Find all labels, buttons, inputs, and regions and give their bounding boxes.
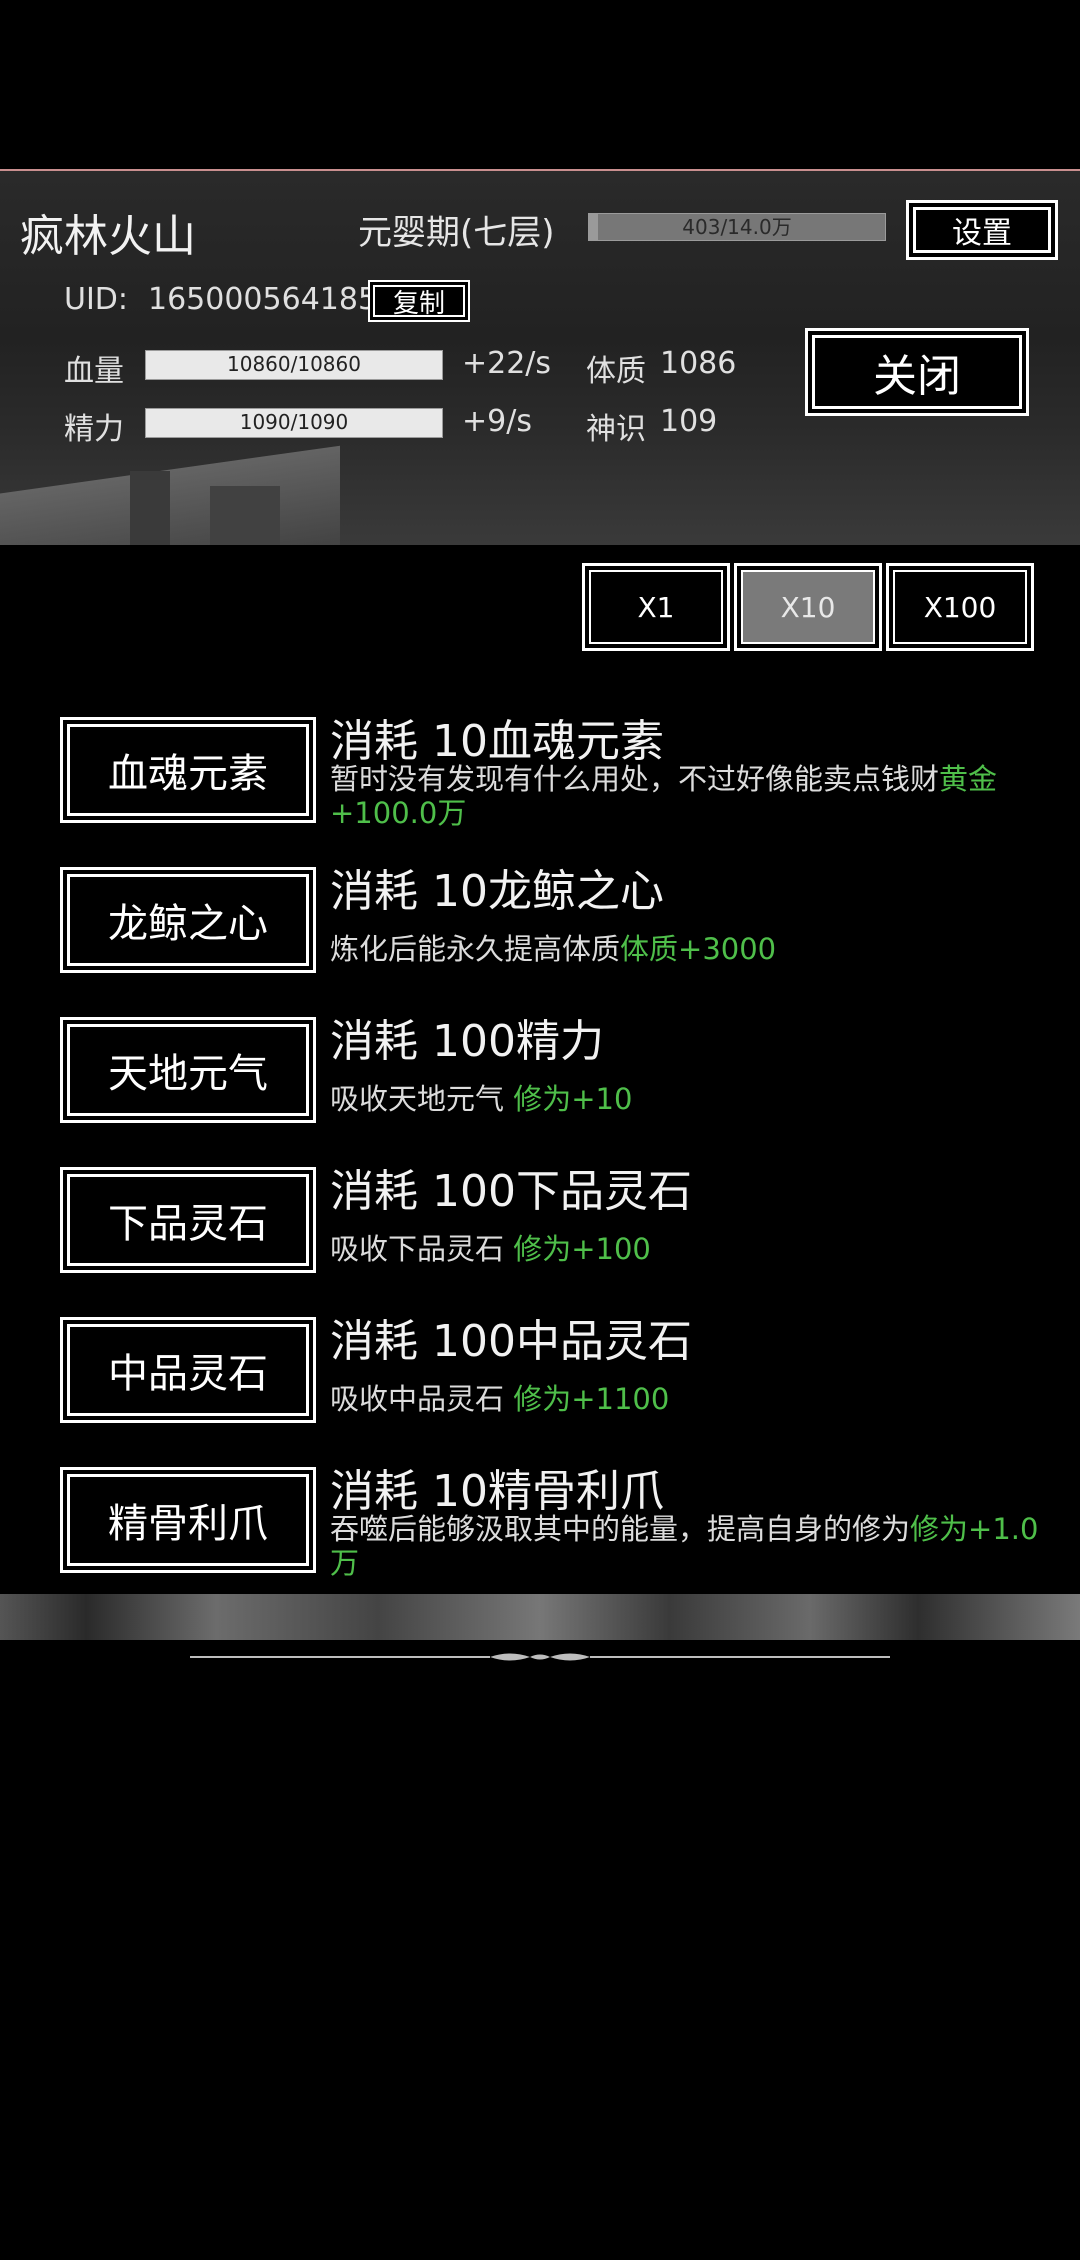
hp-text: 10860/10860 bbox=[227, 352, 361, 376]
list-item: 下品灵石 消耗 100下品灵石 吸收下品灵石 修为+100 bbox=[0, 1150, 1080, 1300]
close-button[interactable]: 关闭 bbox=[805, 328, 1029, 416]
item-title: 消耗 10血魂元素 bbox=[330, 716, 664, 767]
item-desc: 吸收下品灵石 修为+100 bbox=[330, 1232, 1040, 1266]
mp-regen: +9/s bbox=[462, 404, 532, 439]
realm-label: 元婴期(七层) bbox=[358, 213, 555, 253]
list-item: 血魂元素 消耗 10血魂元素 暂时没有发现有什么用处，不过好像能卖点钱财黄金+1… bbox=[0, 700, 1080, 850]
multiplier-x1-button[interactable]: X1 bbox=[582, 563, 730, 651]
list-item: 天地元气 消耗 100精力 吸收天地元气 修为+10 bbox=[0, 1000, 1080, 1150]
item-button-bone-claw[interactable]: 精骨利爪 bbox=[60, 1467, 316, 1573]
item-desc-text: 吸收天地元气 bbox=[330, 1082, 514, 1116]
item-desc: 吞噬后能够汲取其中的能量，提高自身的修为修为+1.0万 bbox=[330, 1512, 1040, 1580]
item-button-dragon-whale-heart[interactable]: 龙鲸之心 bbox=[60, 867, 316, 973]
item-title: 消耗 100下品灵石 bbox=[330, 1166, 692, 1217]
player-name: 疯林火山 bbox=[20, 211, 196, 262]
item-title: 消耗 10精骨利爪 bbox=[330, 1466, 664, 1517]
item-button-heaven-earth-qi[interactable]: 天地元气 bbox=[60, 1017, 316, 1123]
list-item: 中品灵石 消耗 100中品灵石 吸收中品灵石 修为+1100 bbox=[0, 1300, 1080, 1450]
constitution-label: 体质 bbox=[586, 354, 646, 389]
constitution-value: 1086 bbox=[660, 346, 737, 381]
decorative-strip bbox=[0, 1594, 1080, 1640]
item-desc: 吸收中品灵石 修为+1100 bbox=[330, 1382, 1040, 1416]
item-title: 消耗 100中品灵石 bbox=[330, 1316, 692, 1367]
item-desc: 炼化后能永久提高体质体质+3000 bbox=[330, 932, 1040, 966]
settings-button[interactable]: 设置 bbox=[906, 200, 1058, 260]
background-pillar bbox=[130, 471, 170, 545]
mp-text: 1090/1090 bbox=[239, 410, 349, 434]
item-title: 消耗 100精力 bbox=[330, 1016, 604, 1067]
item-desc: 暂时没有发现有什么用处，不过好像能卖点钱财黄金+100.0万 bbox=[330, 762, 1040, 830]
item-reward: 体质+3000 bbox=[620, 932, 777, 966]
item-desc-text: 炼化后能永久提高体质 bbox=[330, 932, 621, 966]
background-rock bbox=[0, 445, 340, 545]
hp-label: 血量 bbox=[64, 354, 124, 389]
mp-bar: 1090/1090 bbox=[145, 408, 443, 438]
spirit-value: 109 bbox=[660, 404, 718, 439]
multiplier-x10-button[interactable]: X10 bbox=[734, 563, 882, 651]
item-reward: 修为+10 bbox=[513, 1082, 633, 1116]
item-desc-text: 吸收中品灵石 bbox=[330, 1382, 514, 1416]
multiplier-group: X1 X10 X100 bbox=[582, 563, 1034, 651]
cultivation-bar: 403/14.0万 bbox=[588, 213, 886, 241]
item-reward: 修为+100 bbox=[513, 1232, 651, 1266]
background-building bbox=[210, 486, 280, 545]
item-button-low-spirit-stone[interactable]: 下品灵石 bbox=[60, 1167, 316, 1273]
spirit-label: 神识 bbox=[586, 412, 646, 447]
item-desc-text: 吸收下品灵石 bbox=[330, 1232, 514, 1266]
multiplier-x100-button[interactable]: X100 bbox=[886, 563, 1034, 651]
mp-label: 精力 bbox=[64, 412, 124, 447]
list-item: 精骨利爪 消耗 10精骨利爪 吞噬后能够汲取其中的能量，提高自身的修为修为+1.… bbox=[0, 1450, 1080, 1600]
uid-label: UID: bbox=[64, 282, 129, 317]
copy-uid-button[interactable]: 复制 bbox=[368, 280, 470, 322]
cultivation-text: 403/14.0万 bbox=[682, 215, 792, 239]
hp-regen: +22/s bbox=[462, 346, 552, 381]
item-desc-text: 暂时没有发现有什么用处，不过好像能卖点钱财 bbox=[330, 762, 940, 796]
hp-bar: 10860/10860 bbox=[145, 350, 443, 380]
item-desc: 吸收天地元气 修为+10 bbox=[330, 1082, 1040, 1116]
item-desc-text: 吞噬后能够汲取其中的能量，提高自身的修为 bbox=[330, 1512, 911, 1546]
uid-value: 165000564185 bbox=[148, 282, 378, 317]
ornament-divider bbox=[190, 1653, 890, 1661]
list-item: 龙鲸之心 消耗 10龙鲸之心 炼化后能永久提高体质体质+3000 bbox=[0, 850, 1080, 1000]
item-reward: 修为+1100 bbox=[513, 1382, 670, 1416]
item-button-mid-spirit-stone[interactable]: 中品灵石 bbox=[60, 1317, 316, 1423]
item-title: 消耗 10龙鲸之心 bbox=[330, 866, 664, 917]
item-button-blood-soul[interactable]: 血魂元素 bbox=[60, 717, 316, 823]
